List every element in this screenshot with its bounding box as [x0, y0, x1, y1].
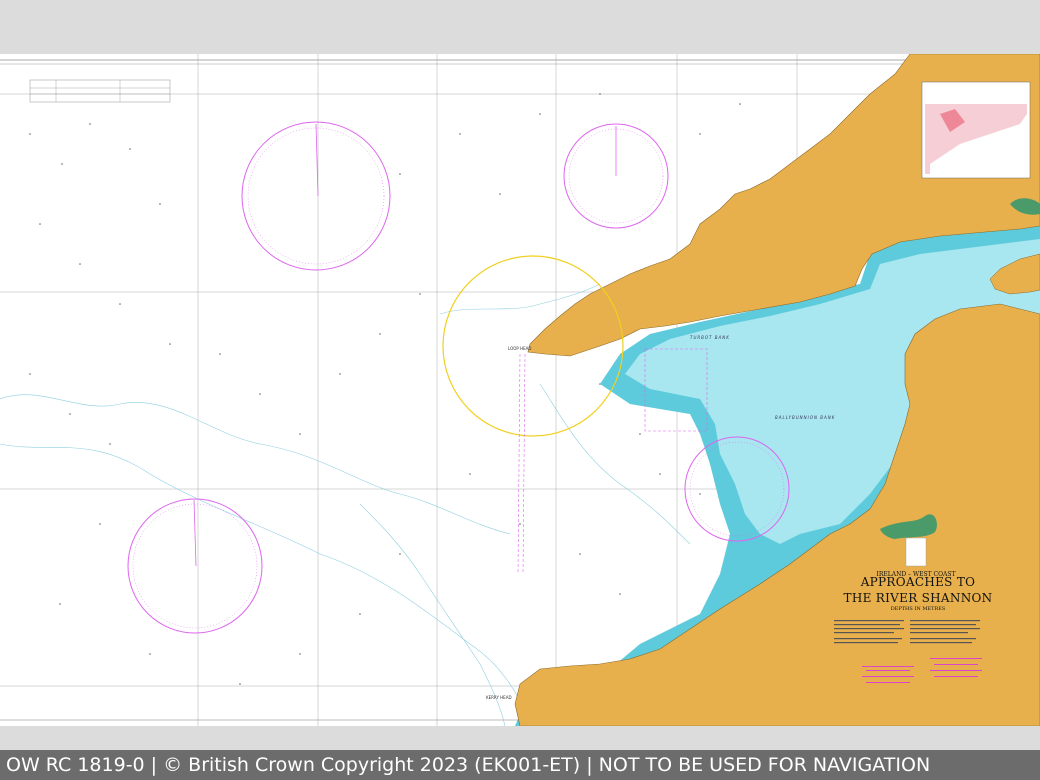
- copyright-caption-text: OW RC 1819-0 | © British Crown Copyright…: [6, 754, 931, 776]
- chart-title-line-1: APPROACHES TO: [860, 575, 976, 589]
- chart-logo-box: [905, 537, 927, 567]
- chart-title-line-2: THE RIVER SHANNON: [844, 591, 993, 605]
- loop-head-label: LOOP HEAD: [508, 346, 531, 351]
- turbot-bank-label: TURBOT BANK: [690, 335, 730, 340]
- chart-depths-note: DEPTHS IN METRES: [891, 606, 946, 612]
- inset-location-map: [921, 81, 1031, 179]
- copyright-caption-bar: OW RC 1819-0 | © British Crown Copyright…: [0, 750, 1040, 780]
- ballybunnion-bank-label: BALLYBUNNION BANK: [775, 415, 835, 420]
- nautical-chart: LOOP HEAD TURBOT BANK BALLYBUNNION BANK …: [0, 54, 1040, 726]
- kerry-head-label: KERRY HEAD: [486, 695, 512, 700]
